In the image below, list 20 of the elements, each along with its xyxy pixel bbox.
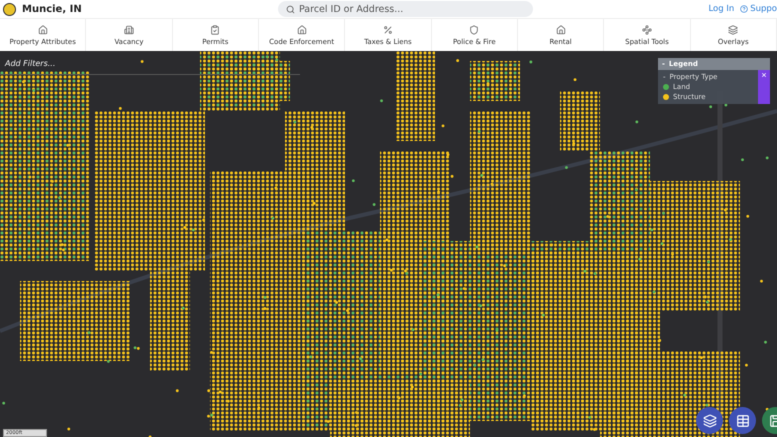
layers-icon [728,24,738,34]
clipboard-check-icon [210,24,220,34]
pins-icon [642,24,652,34]
house-icon [556,24,566,34]
city-name: Muncie, IN [22,4,83,14]
house-icon [296,24,307,34]
percent-icon [382,24,393,34]
login-link[interactable]: Log In [708,4,734,14]
add-filters-bar[interactable]: Add Filters... [0,59,300,75]
search-field[interactable]: Parcel ID or Address... [278,1,533,17]
building-icon [124,24,134,34]
layers-icon [702,414,716,428]
table-icon [736,414,750,428]
search-icon [286,4,295,14]
house-icon [38,24,48,34]
shield-icon [469,24,480,34]
support-link[interactable]: Suppo [740,4,777,14]
city-seal-logo [3,2,16,16]
close-button[interactable]: × [758,70,770,104]
help-icon [740,5,748,13]
